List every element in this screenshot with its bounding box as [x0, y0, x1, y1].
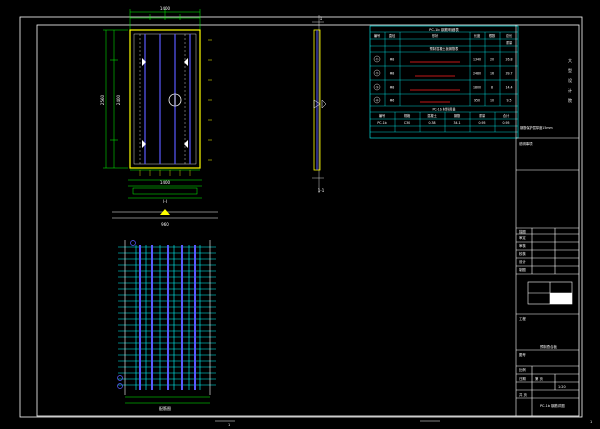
schedule-note: 钢筋保护层厚度15mm — [520, 125, 553, 130]
schedule-summary-v5: 0.95 — [478, 121, 485, 125]
title-drawing-no-label: 图号 — [519, 352, 526, 357]
title-vertical-2: 型 — [568, 67, 572, 73]
title-vertical-4: 计 — [568, 87, 572, 93]
title-vertical-3: 设 — [568, 77, 572, 83]
schedule-row2-count: 16 — [490, 72, 494, 76]
title-vertical-5: 院 — [568, 97, 572, 103]
schedule-row4-total: 9.5 — [506, 99, 511, 103]
title-date-label: 日期 — [519, 376, 526, 381]
schedule-row1-no: ① — [376, 58, 379, 62]
schedule-summary-h2: 规格 — [404, 113, 411, 118]
schedule-header-1: 编号 — [374, 33, 380, 38]
schedule-row4-len: 950 — [474, 99, 480, 103]
schedule-header-6: 总长 — [506, 33, 513, 38]
schedule-summary-v4: 34.1 — [453, 121, 460, 125]
schedule-row2-no: ② — [376, 72, 379, 76]
schedule-row3-len: 1800 — [473, 86, 481, 90]
plan-dim-left: 2560 — [100, 94, 105, 105]
title-row-3: 校核 — [519, 251, 526, 256]
title-sheet-label: 共 页 — [519, 392, 527, 397]
footer-mark-1: 1 — [228, 423, 230, 427]
plan-dim-width-label: 960 — [161, 222, 169, 227]
title-row-2: 审核 — [519, 243, 526, 248]
plan-dim-bottom: 1400 — [160, 180, 171, 185]
schedule-row2-dia: Φ8 — [390, 72, 395, 76]
schedule-header-5: 根数 — [489, 33, 496, 38]
schedule-summary-h4: 钢筋 — [454, 113, 460, 118]
schedule-row3-count: 8 — [491, 86, 493, 90]
schedule-summary-h5: 重量 — [479, 113, 486, 118]
schedule-row1-len: 1340 — [473, 58, 481, 62]
schedule-row3-dia: Φ8 — [390, 86, 395, 90]
schedule-summary-h1: 编号 — [379, 113, 385, 118]
title-subtitle: 预制叠合板 — [540, 344, 558, 349]
schedule-title: PC-1b 钢筋明细表 — [429, 27, 459, 32]
schedule-header-7: 重量 — [506, 40, 513, 45]
title-row-4: 设计 — [519, 259, 526, 264]
section-label-top: 1 — [320, 16, 323, 21]
title-row-5: 制图 — [519, 267, 526, 272]
schedule-section-title: 预制混凝土板钢筋表 — [430, 46, 459, 51]
rebar-label-bottom: 配筋图 — [159, 405, 171, 411]
schedule-summary-v1: PC-1b — [377, 121, 386, 125]
schedule-row2-total: 39.7 — [505, 72, 512, 76]
title-row-1: 审定 — [519, 235, 526, 240]
schedule-summary-title: PC-1b 材料用量 — [432, 107, 456, 112]
title-scale-label: 比例 — [519, 367, 526, 372]
title-sheet-value: 第 页 — [535, 376, 543, 381]
plan-dim-top: 1400 — [160, 6, 171, 11]
schedule-summary-h6: 合计 — [503, 113, 510, 118]
schedule-summary-h3: 混凝土 — [427, 113, 437, 118]
footer-mark-2: 1 — [590, 420, 592, 424]
schedule-header-3: 形状 — [432, 33, 439, 38]
schedule-row4-count: 10 — [490, 99, 494, 103]
plan-dim-section: I-I — [163, 199, 167, 204]
schedule-header-4: 长度 — [474, 33, 481, 38]
schedule-summary-v6: 0.95 — [502, 121, 509, 125]
schedule-summary-v2: C30 — [404, 121, 410, 125]
schedule-row3-total: 14.4 — [505, 86, 512, 90]
schedule-row2-len: 2480 — [473, 72, 481, 76]
section-label-bottom: 1-1 — [318, 188, 325, 193]
schedule-row1-count: 20 — [490, 58, 494, 62]
schedule-row3-no: ③ — [376, 86, 379, 90]
title-drawing-title: PC-1b 钢筋详图 — [540, 403, 565, 408]
title-vertical-1: 大 — [568, 57, 572, 63]
title-row-6: 描图 — [519, 229, 526, 234]
schedule-row1-total: 26.8 — [505, 58, 512, 62]
schedule-row1-dia: Φ8 — [390, 58, 395, 62]
schedule-header-2: 直径 — [389, 33, 396, 38]
title-scale-value: 1:20 — [558, 385, 566, 389]
title-note-label: 说明事项 — [519, 141, 533, 146]
schedule-row4-no: ④ — [376, 99, 379, 103]
plan-dim-left-inner: 2400 — [116, 94, 121, 105]
cad-drawing-canvas: 1400 2560 2400 1400 I-I 960 1 1-1 配筋图 PC… — [0, 0, 600, 429]
title-project-label: 工程 — [519, 316, 526, 321]
schedule-summary-v3: 0.38 — [428, 121, 435, 125]
schedule-row4-dia: Φ6 — [390, 99, 395, 103]
